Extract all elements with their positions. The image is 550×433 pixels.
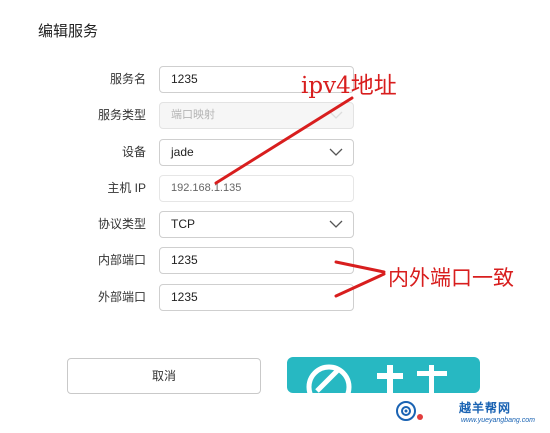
device-select[interactable]: jade bbox=[159, 139, 354, 166]
row-protocol: 协议类型 TCP bbox=[0, 211, 550, 238]
internal-port-label: 内部端口 bbox=[97, 253, 146, 267]
internal-port-input[interactable]: 1235 bbox=[159, 247, 354, 274]
watermark-url: www.yueyangbang.com bbox=[461, 417, 535, 424]
external-port-label: 外部端口 bbox=[97, 290, 146, 304]
external-port-value: 1235 bbox=[171, 290, 198, 304]
service-type-select[interactable]: 端口映射 bbox=[159, 102, 354, 129]
protocol-select[interactable]: TCP bbox=[159, 211, 354, 238]
service-name-value: 1235 bbox=[171, 72, 198, 86]
watermark-text: 越羊帮网 bbox=[459, 401, 512, 415]
chevron-down-icon bbox=[329, 111, 343, 119]
row-device: 设备 jade bbox=[0, 139, 550, 166]
row-service-name: 服务名 1235 bbox=[0, 66, 550, 93]
external-port-input[interactable]: 1235 bbox=[159, 284, 354, 311]
service-type-label: 服务类型 bbox=[97, 108, 146, 122]
edit-service-dialog: 编辑服务 服务名 1235 服务类型 端口映射 设备 jade 主机 IP 19… bbox=[0, 0, 550, 433]
cancel-button[interactable]: 取消 bbox=[67, 358, 261, 394]
dialog-title: 编辑服务 bbox=[38, 23, 99, 40]
chevron-down-icon bbox=[329, 148, 343, 156]
ipv4-annotation: ipv4地址 bbox=[301, 73, 397, 99]
ports-annotation: 内外端口一致 bbox=[388, 266, 514, 290]
host-ip-input[interactable]: 192.168.1.135 bbox=[159, 175, 354, 202]
device-label: 设备 bbox=[121, 145, 146, 159]
row-host-ip: 主机 IP 192.168.1.135 bbox=[0, 175, 550, 202]
service-type-value: 端口映射 bbox=[171, 109, 215, 121]
protocol-label: 协议类型 bbox=[97, 217, 146, 231]
protocol-value: TCP bbox=[171, 217, 195, 231]
row-service-type: 服务类型 端口映射 bbox=[0, 102, 550, 129]
internal-port-value: 1235 bbox=[171, 253, 198, 267]
host-ip-label: 主机 IP bbox=[107, 181, 146, 195]
host-ip-value: 192.168.1.135 bbox=[171, 182, 242, 194]
service-name-label: 服务名 bbox=[109, 72, 146, 86]
chevron-down-icon bbox=[329, 220, 343, 228]
device-value: jade bbox=[171, 145, 194, 159]
